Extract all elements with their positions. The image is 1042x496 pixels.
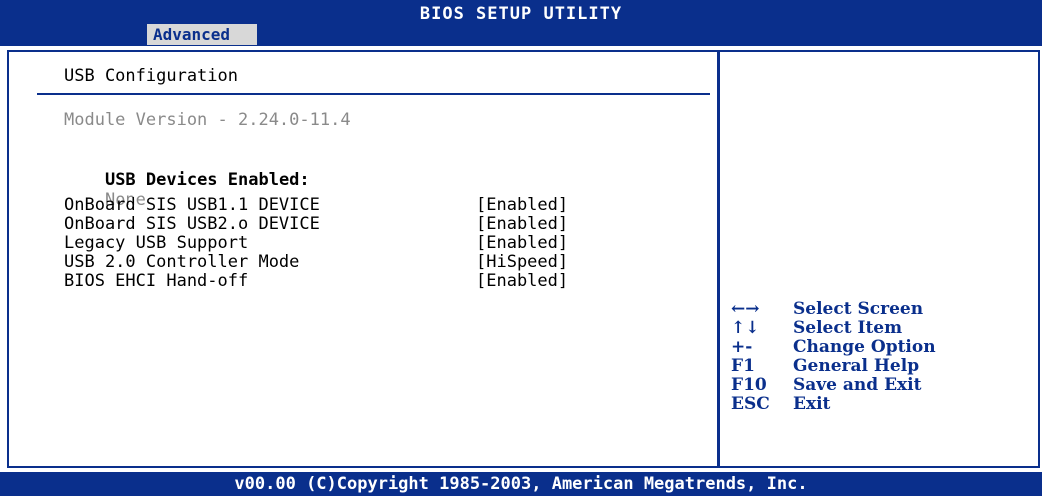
help-action: Select Item bbox=[793, 318, 903, 338]
setting-label: USB 2.0 Controller Mode bbox=[64, 252, 300, 272]
help-row-save-exit: F10 Save and Exit bbox=[731, 375, 1031, 395]
setting-legacy-usb[interactable]: Legacy USB Support [Enabled] bbox=[64, 233, 624, 254]
left-right-arrow-icon: ←→ bbox=[731, 299, 760, 319]
help-row-change-option: +- Change Option bbox=[731, 337, 1031, 357]
setting-usb20-controller-mode[interactable]: USB 2.0 Controller Mode [HiSpeed] bbox=[64, 252, 624, 273]
help-action: Save and Exit bbox=[793, 375, 922, 395]
setting-usb20-device[interactable]: OnBoard SIS USB2.o DEVICE [Enabled] bbox=[64, 214, 624, 235]
up-down-arrow-icon: ↑↓ bbox=[731, 318, 760, 338]
help-key: F10 bbox=[731, 375, 767, 395]
app-title: BIOS SETUP UTILITY bbox=[419, 4, 623, 24]
setting-label: BIOS EHCI Hand-off bbox=[64, 271, 249, 291]
usb-devices-label: USB Devices Enabled: bbox=[104, 170, 310, 190]
setting-usb11-device[interactable]: OnBoard SIS USB1.1 DEVICE [Enabled] bbox=[64, 195, 624, 216]
title-bar: BIOS SETUP UTILITY Advanced bbox=[0, 0, 1042, 46]
setting-value[interactable]: [Enabled] bbox=[476, 233, 568, 253]
setting-value[interactable]: [Enabled] bbox=[476, 214, 568, 234]
help-action: Change Option bbox=[793, 337, 936, 357]
panel-divider bbox=[717, 50, 720, 468]
setting-value[interactable]: [Enabled] bbox=[476, 271, 568, 291]
help-row-general-help: F1 General Help bbox=[731, 356, 1031, 376]
setting-label: OnBoard SIS USB2.o DEVICE bbox=[64, 214, 320, 234]
setting-value[interactable]: [HiSpeed] bbox=[476, 252, 568, 272]
help-panel: ←→ Select Screen ↑↓ Select Item +- Chang… bbox=[731, 299, 1031, 414]
help-key: ESC bbox=[731, 394, 770, 414]
help-row-select-item: ↑↓ Select Item bbox=[731, 318, 1031, 338]
setting-label: OnBoard SIS USB1.1 DEVICE bbox=[64, 195, 320, 215]
tab-advanced[interactable]: Advanced bbox=[147, 24, 257, 45]
settings-panel: USB Configuration Module Version - 2.24.… bbox=[10, 52, 715, 466]
section-title: USB Configuration bbox=[64, 66, 238, 86]
help-key: F1 bbox=[731, 356, 755, 376]
setting-label: Legacy USB Support bbox=[64, 233, 249, 253]
setting-ehci-handoff[interactable]: BIOS EHCI Hand-off [Enabled] bbox=[64, 271, 624, 292]
help-action: Exit bbox=[793, 394, 831, 414]
help-row-exit: ESC Exit bbox=[731, 394, 1031, 414]
section-rule bbox=[37, 93, 710, 95]
help-action: Select Screen bbox=[793, 299, 924, 319]
help-row-select-screen: ←→ Select Screen bbox=[731, 299, 1031, 319]
plus-minus-icon: +- bbox=[731, 337, 753, 357]
copyright-bar: v00.00 (C)Copyright 1985-2003, American … bbox=[0, 472, 1042, 496]
setting-value[interactable]: [Enabled] bbox=[476, 195, 568, 215]
help-action: General Help bbox=[793, 356, 920, 376]
module-version: Module Version - 2.24.0-11.4 bbox=[64, 110, 351, 130]
